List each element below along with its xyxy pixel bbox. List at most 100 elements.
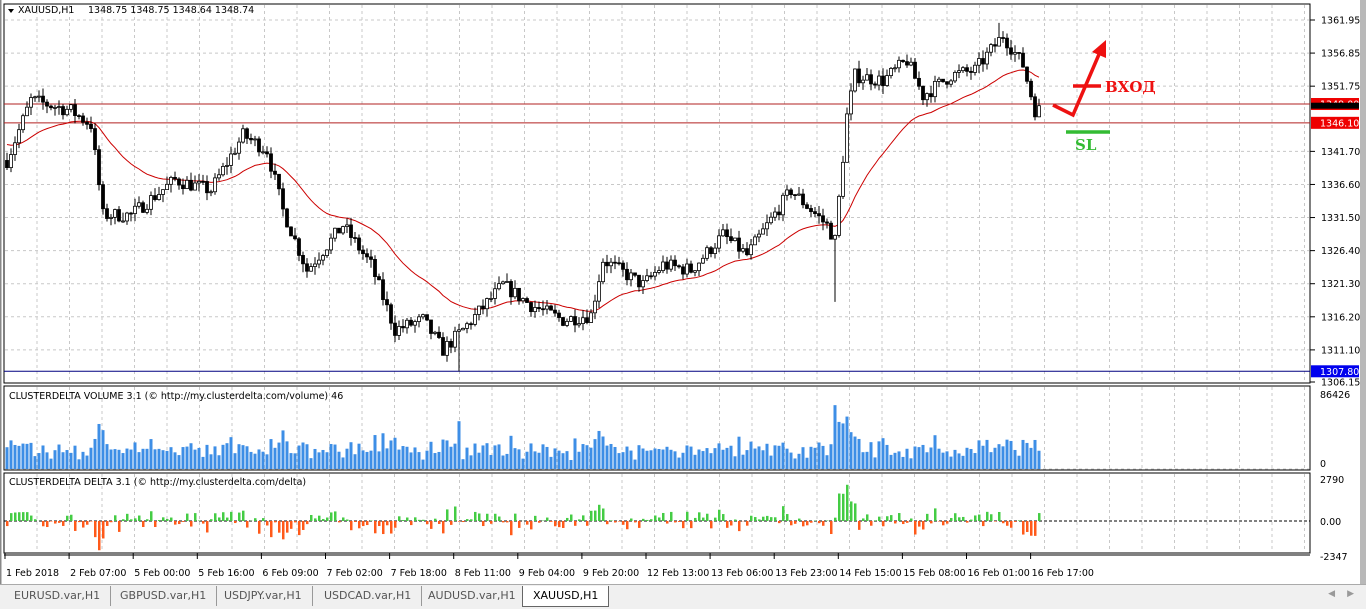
delta-bar (982, 521, 985, 526)
delta-bar (62, 521, 65, 526)
volume-bar (410, 452, 413, 469)
candle-body (846, 114, 849, 162)
candle-body (170, 177, 173, 184)
candle-body (562, 318, 565, 326)
tab-xauusd[interactable]: XAUUSD,H1 (522, 586, 609, 607)
delta-bar (222, 512, 225, 521)
tab-usdjpy[interactable]: USDJPY.var,H1 (214, 586, 313, 606)
volume-bar (426, 451, 429, 469)
candle-body (274, 171, 277, 174)
delta-bar (706, 514, 709, 521)
volume-bar (290, 453, 293, 469)
volume-bar (26, 444, 29, 469)
scroll-left-icon[interactable]: ◀ (1328, 589, 1335, 599)
volume-bar (582, 444, 585, 469)
candle-body (262, 152, 265, 153)
delta-bar (702, 518, 705, 521)
delta-bar (366, 521, 369, 525)
delta-bar (682, 521, 685, 528)
delta-bar (506, 521, 509, 522)
candle-body (802, 194, 805, 205)
candle-body (734, 238, 737, 241)
collapse-triangle-icon[interactable] (8, 9, 14, 13)
candle-body (530, 303, 533, 312)
delta-bar (950, 518, 953, 521)
volume-bar (878, 441, 881, 469)
vertical-scrollbar[interactable] (1360, 0, 1366, 584)
chart-window[interactable]: 1361.951356.851351.751341.701336.601331.… (0, 0, 1366, 584)
delta-bar (978, 515, 981, 521)
tab-usdcad[interactable]: USDCAD.var,H1 (314, 586, 422, 606)
volume-bar (622, 452, 625, 469)
delta-bar (378, 521, 381, 526)
scroll-right-icon[interactable]: ▶ (1347, 589, 1354, 599)
price-tick: 1356.85 (1321, 49, 1360, 60)
volume-bar (870, 442, 873, 469)
candle-body (246, 129, 249, 139)
delta-bar (270, 521, 273, 537)
tab-eurusd[interactable]: EURUSD.var,H1 (4, 586, 111, 606)
volume-bar (398, 450, 401, 469)
delta-bar (406, 518, 409, 521)
volume-bar (934, 435, 937, 469)
delta-bar (238, 513, 241, 521)
price-tick: 1321.30 (1321, 279, 1360, 290)
candle-body (338, 228, 341, 233)
candle-body (134, 206, 137, 213)
volume-bar (686, 445, 689, 469)
delta-bar (906, 521, 909, 523)
volume-bar (782, 443, 785, 469)
candle-body (690, 264, 693, 272)
volume-bar (930, 447, 933, 469)
volume-bar (774, 445, 777, 469)
volume-bar (214, 446, 217, 469)
candle-body (1034, 97, 1037, 117)
candle-body (270, 154, 273, 171)
volume-bar (1006, 440, 1009, 469)
delta-bar (646, 520, 649, 521)
delta-bar (514, 514, 517, 521)
candle-body (622, 263, 625, 269)
candle-body (550, 306, 553, 310)
delta-bar (538, 521, 541, 523)
delta-bar (870, 521, 873, 526)
candle-body (438, 332, 441, 337)
delta-bar (10, 513, 13, 521)
volume-bar (802, 447, 805, 469)
candle-body (298, 239, 301, 256)
candle-body (54, 107, 57, 108)
candle-body (118, 210, 121, 221)
volume-bar (662, 450, 665, 469)
delta-bar (86, 521, 89, 525)
time-tick: 12 Feb 13:00 (647, 568, 709, 579)
volume-bar (606, 446, 609, 469)
volume-bar (294, 453, 297, 469)
volume-bar (750, 442, 753, 469)
tab-gbpusd[interactable]: GBPUSD.var,H1 (110, 586, 217, 606)
volume-bar (418, 452, 421, 469)
volume-bar (334, 445, 337, 469)
delta-bar (626, 521, 629, 529)
delta-bar (842, 494, 845, 521)
candle-body (142, 203, 145, 213)
delta-bar (1034, 521, 1037, 536)
volume-bar (842, 423, 845, 469)
volume-bar (322, 450, 325, 469)
delta-bar (730, 521, 733, 525)
volume-bar (370, 451, 373, 469)
volume-bar (810, 447, 813, 469)
volume-bar (826, 455, 829, 469)
delta-bar (118, 521, 121, 532)
candle-body (666, 262, 669, 269)
candle-body (626, 269, 629, 279)
candle-body (630, 273, 633, 280)
volume-bar (630, 451, 633, 469)
volume-bar (754, 449, 757, 469)
tab-audusd[interactable]: AUDUSD.var,H1 (418, 586, 527, 606)
delta-bar (838, 494, 841, 521)
candle-body (62, 107, 65, 115)
volume-bar (78, 459, 81, 469)
delta-bar (434, 519, 437, 521)
delta-bar (182, 521, 185, 522)
candle-body (114, 210, 117, 218)
